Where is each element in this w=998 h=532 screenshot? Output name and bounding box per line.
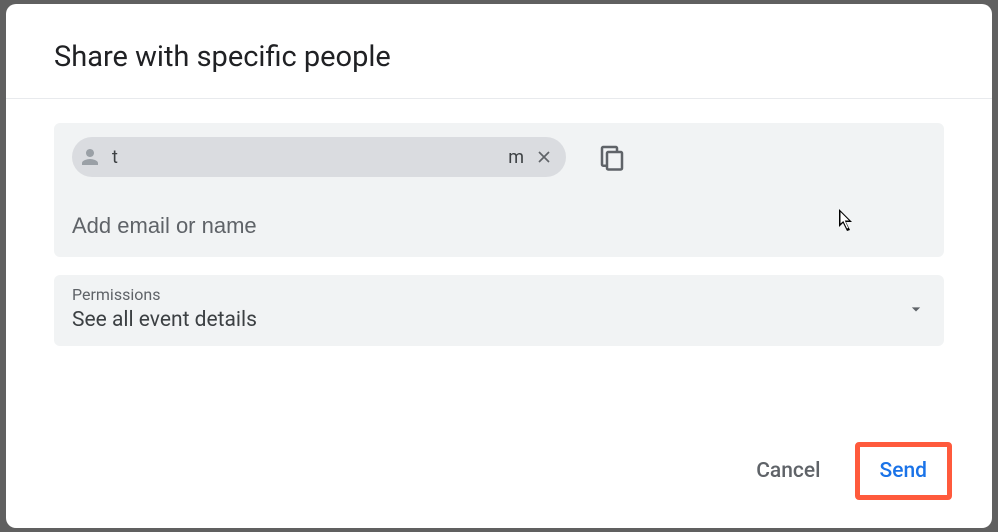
person-chip[interactable]: t m	[72, 137, 566, 177]
dialog-header: Share with specific people	[6, 4, 992, 99]
add-people-panel: t m	[54, 123, 944, 257]
copy-button[interactable]	[596, 141, 628, 173]
dropdown-caret-icon	[906, 299, 926, 319]
permissions-value: See all event details	[72, 308, 906, 332]
person-avatar-icon	[76, 143, 104, 171]
cancel-button[interactable]: Cancel	[744, 451, 832, 491]
add-email-input[interactable]	[72, 213, 926, 239]
dialog-title: Share with specific people	[54, 40, 944, 74]
send-button[interactable]: Send	[868, 451, 940, 491]
remove-chip-button[interactable]	[532, 145, 556, 169]
permissions-label: Permissions	[72, 285, 906, 304]
share-dialog: Share with specific people t m	[6, 4, 992, 528]
copy-icon	[597, 142, 627, 172]
permissions-text: Permissions See all event details	[72, 285, 906, 332]
send-highlight: Send	[855, 442, 953, 500]
permissions-select[interactable]: Permissions See all event details	[54, 275, 944, 346]
close-icon	[534, 147, 554, 167]
dialog-body: t m Permissions	[6, 99, 992, 346]
dialog-footer: Cancel Send	[744, 442, 952, 500]
chip-text: t m	[104, 147, 532, 168]
chip-text-left: t	[112, 147, 118, 168]
chip-row: t m	[72, 137, 926, 177]
chip-text-right: m	[508, 147, 524, 168]
